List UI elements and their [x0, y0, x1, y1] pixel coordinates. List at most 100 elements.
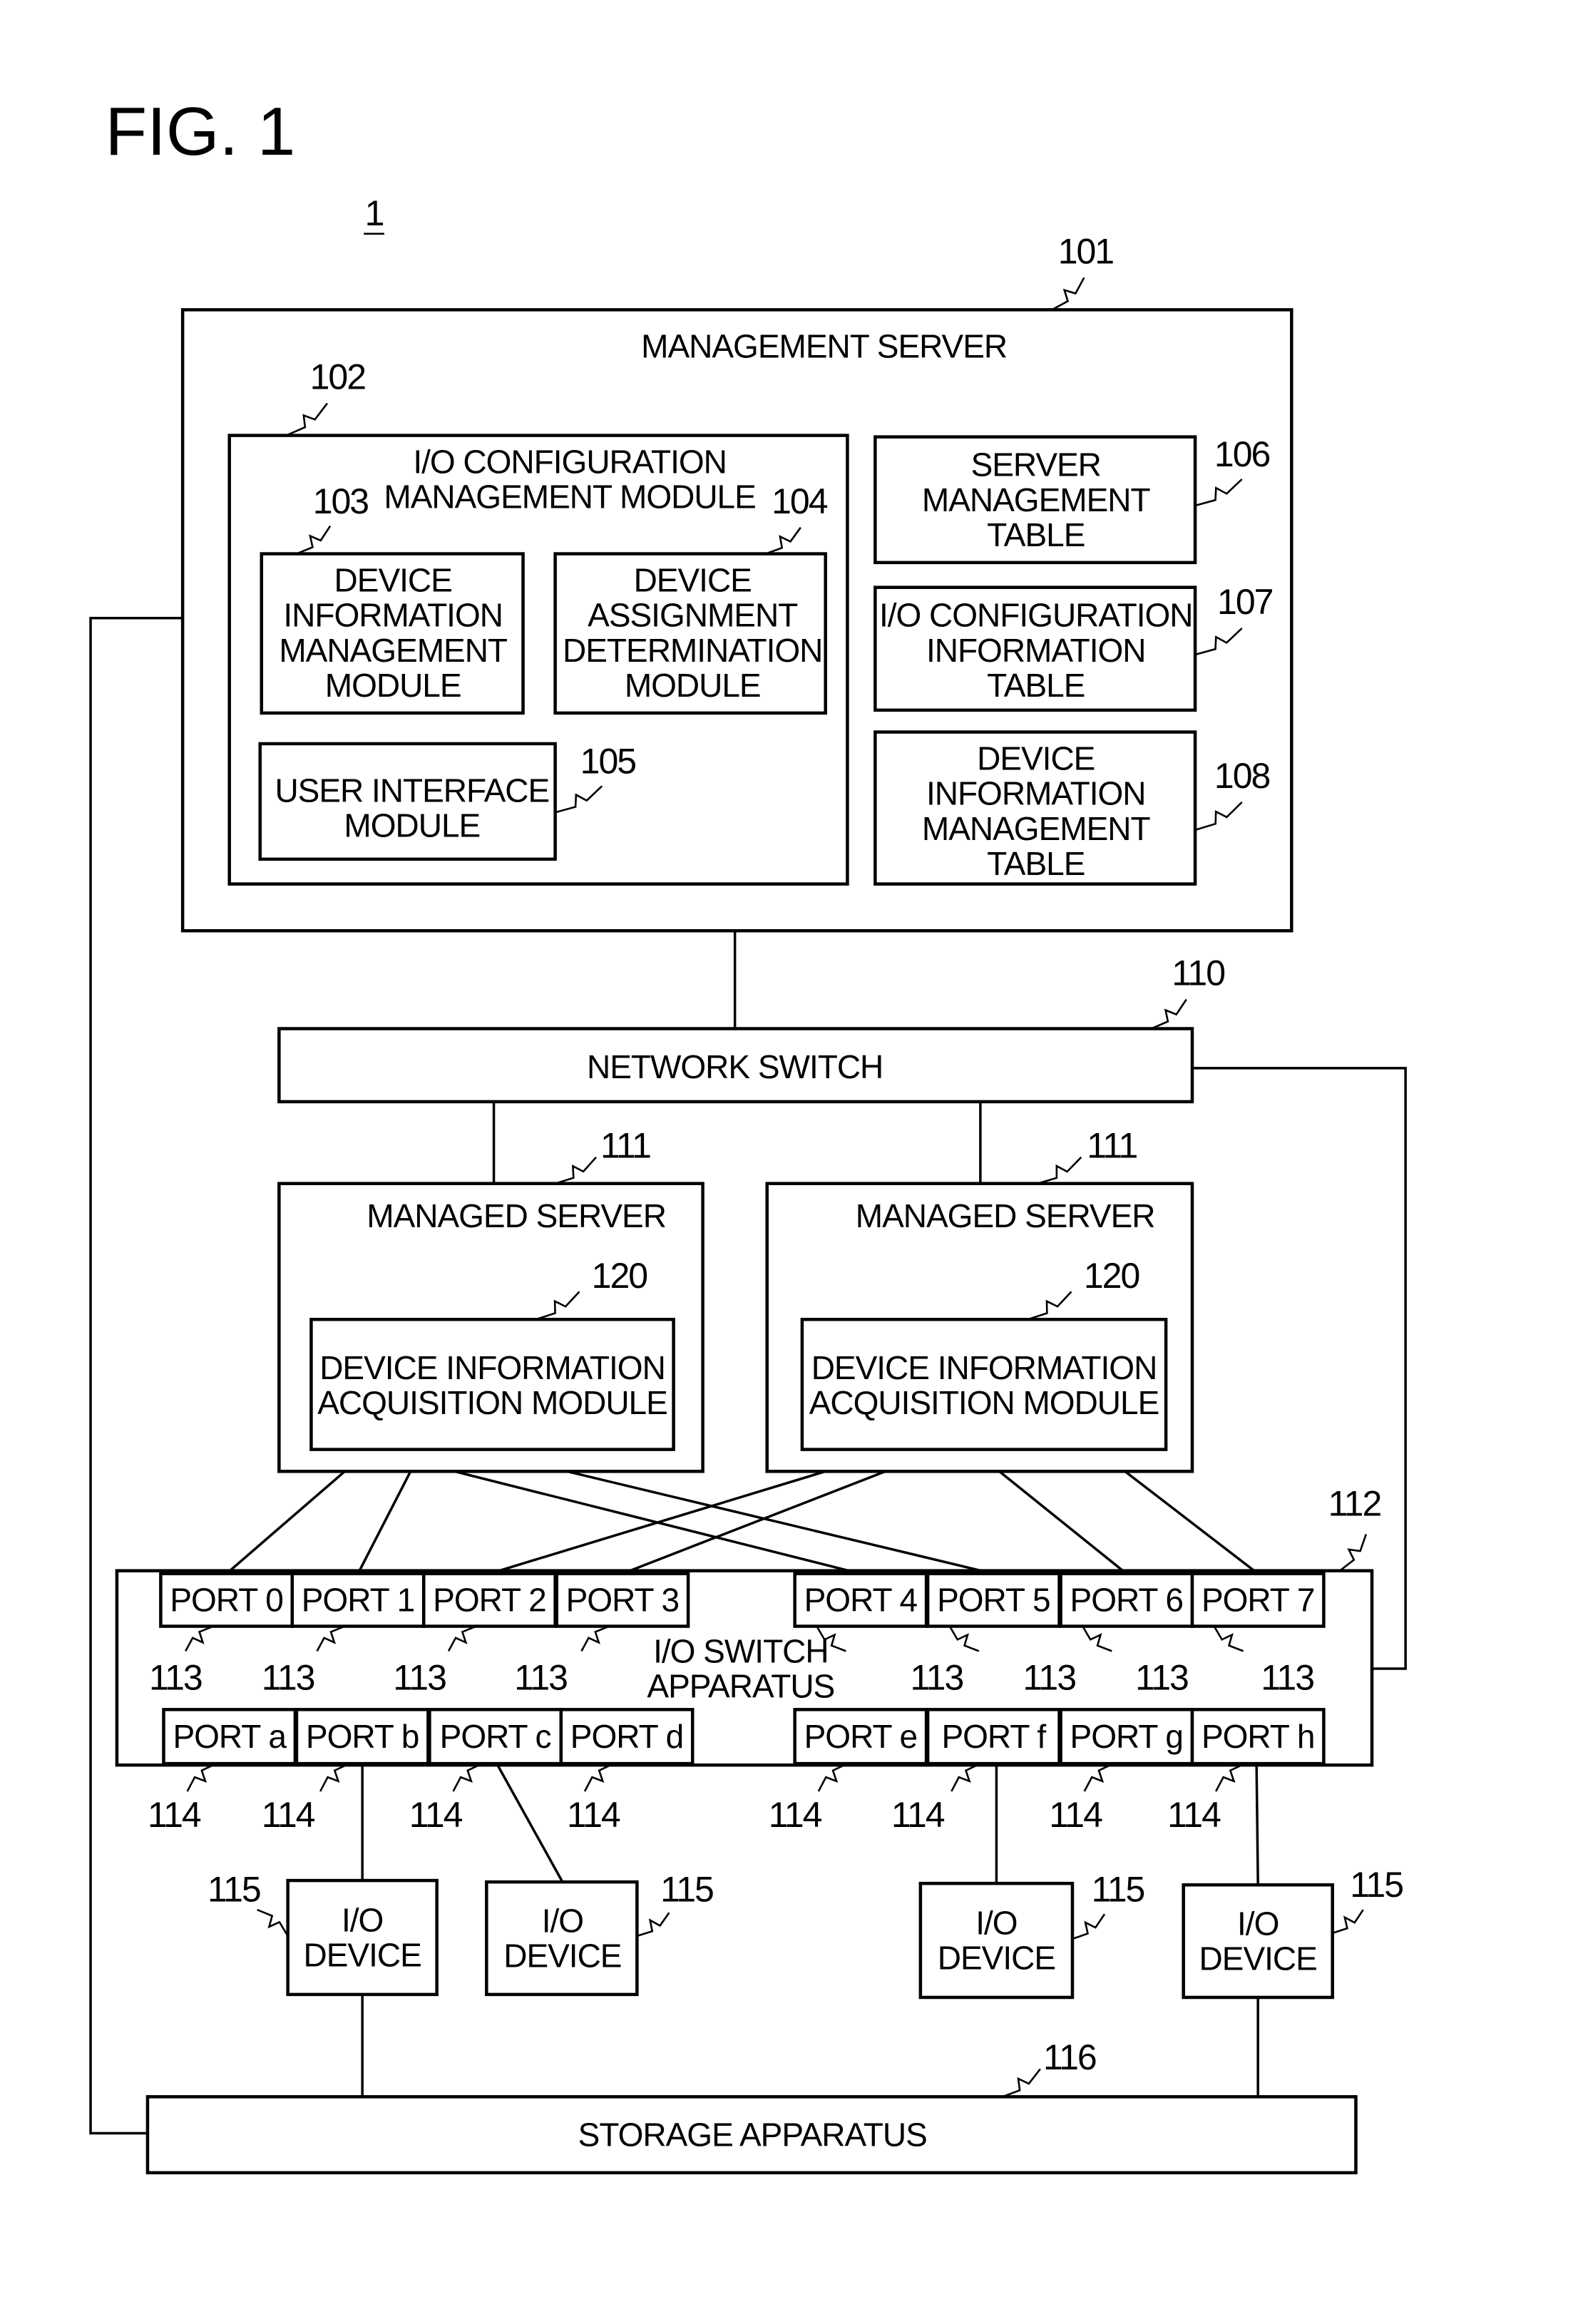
user-interface-module-label-line-2: MODULE	[344, 807, 480, 844]
port-f-ref: 114	[891, 1795, 945, 1835]
io-device-1-label-line-1: I/O	[342, 1901, 383, 1938]
port-c-leader	[452, 1762, 483, 1792]
port-0-ref: 113	[149, 1657, 202, 1697]
port-h-leader	[1215, 1762, 1246, 1792]
port-2-ref: 113	[393, 1657, 446, 1697]
port-f-leader	[951, 1762, 981, 1792]
io-configuration-management-module-label-line-2: MANAGEMENT MODULE	[384, 478, 755, 516]
system-block-diagram: FIG. 1 1 MANAGEMENT SERVER 101 I/O CONFIGURA…	[89, 93, 1407, 2175]
system-reference-number: 1	[365, 193, 384, 233]
network-switch-ref: 110	[1172, 953, 1224, 993]
port-f-label: PORT f	[941, 1718, 1046, 1755]
storage-apparatus-leader	[1002, 2068, 1041, 2098]
port-d-leader	[583, 1762, 615, 1792]
port-b-leader	[319, 1762, 350, 1792]
port-d-label: PORT d	[570, 1718, 683, 1755]
storage-apparatus-label: STORAGE APPARATUS	[578, 2116, 927, 2154]
io-configuration-module-ref: 102	[310, 357, 366, 397]
device-information-management-table-ref: 108	[1214, 756, 1270, 796]
device-information-acquisition-module-1-label-line-1: DEVICE INFORMATION	[319, 1349, 665, 1386]
port-0-label: PORT 0	[170, 1582, 282, 1619]
port-4-ref: 113	[911, 1657, 963, 1697]
io-switch-apparatus-ref: 112	[1328, 1483, 1381, 1523]
storage-apparatus-ref: 116	[1043, 2037, 1096, 2077]
io-switch-apparatus-label-line-2: APPARATUS	[647, 1668, 834, 1705]
device-information-management-table-label-line-3: MANAGEMENT	[922, 810, 1151, 847]
device-assignment-determination-module-label-line-1: DEVICE	[634, 561, 752, 598]
io-configuration-information-table-label-line-2: INFORMATION	[926, 632, 1146, 669]
io-device-3-ref: 115	[1092, 1869, 1144, 1909]
io-device-2-label-line-2: DEVICE	[503, 1937, 621, 1975]
port-1-ref: 113	[262, 1657, 314, 1697]
figure-title: FIG. 1	[106, 93, 296, 170]
port-5-ref: 113	[1023, 1657, 1075, 1697]
port-b-ref: 114	[262, 1795, 315, 1835]
server-management-table-label-line-3: TABLE	[987, 516, 1085, 553]
io-device-2-leader	[636, 1912, 670, 1937]
io-device-3-label-line-2: DEVICE	[938, 1940, 1055, 1977]
io-device-1-label-line-2: DEVICE	[304, 1937, 421, 1974]
io-device-2-ref: 115	[660, 1869, 713, 1909]
device-information-management-module-label-line-1: DEVICE	[334, 561, 452, 598]
port-3-ref: 113	[514, 1657, 567, 1697]
port-d-ref: 114	[567, 1795, 620, 1835]
port-6-ref: 113	[1135, 1657, 1188, 1697]
device-information-management-table-label-line-1: DEVICE	[977, 739, 1095, 777]
port-1-label: PORT 1	[302, 1582, 414, 1619]
port-g-leader	[1083, 1762, 1114, 1792]
io-device-1-leader	[257, 1908, 289, 1937]
port-5-label: PORT 5	[937, 1582, 1050, 1619]
port-c-ref: 114	[409, 1795, 463, 1835]
managed-server-2-leader	[1037, 1156, 1082, 1184]
port-7-label: PORT 7	[1202, 1582, 1314, 1619]
managed-server-1-leader	[555, 1156, 597, 1184]
port-e-label: PORT e	[804, 1718, 917, 1755]
port-c-label: PORT c	[440, 1718, 551, 1755]
server-management-table-ref: 106	[1214, 434, 1270, 474]
managed-server-2-label: MANAGED SERVER	[856, 1197, 1155, 1234]
device-information-management-table-label-line-2: INFORMATION	[926, 775, 1146, 812]
device-information-acquisition-module-1-label-line-2: ACQUISITION MODULE	[317, 1384, 667, 1421]
port-g-label: PORT g	[1070, 1718, 1183, 1755]
network-switch-label: NETWORK SWITCH	[587, 1048, 883, 1085]
io-switch-apparatus-label-line-1: I/O SWITCH	[653, 1632, 829, 1669]
port-2-label: PORT 2	[433, 1582, 545, 1619]
port-6-label: PORT 6	[1070, 1582, 1183, 1619]
io-device-4-ref: 115	[1350, 1865, 1403, 1905]
io-device-4-label-line-1: I/O	[1237, 1905, 1279, 1942]
io-device-4-label-line-2: DEVICE	[1199, 1940, 1317, 1977]
port-a-leader	[186, 1762, 217, 1792]
port-e-leader	[817, 1762, 848, 1792]
managed-server-2-to-port-7	[1124, 1470, 1259, 1575]
managed-server-2-to-port-6	[998, 1470, 1127, 1575]
io-device-1-ref: 115	[208, 1869, 260, 1909]
port-a-ref: 114	[148, 1795, 201, 1835]
managed-server-1-to-port-0	[225, 1470, 346, 1575]
port-7-ref: 113	[1261, 1657, 1313, 1697]
io-configuration-information-table-ref: 107	[1217, 582, 1273, 622]
io-configuration-information-table-label-line-1: I/O CONFIGURATION	[879, 597, 1193, 634]
management-server-to-storage	[89, 616, 183, 2135]
device-information-acquisition-module-2-label-line-1: DEVICE INFORMATION	[811, 1349, 1157, 1386]
port-a-label: PORT a	[173, 1718, 287, 1755]
io-device-4-leader	[1332, 1909, 1364, 1935]
managed-server-1-to-port-1	[357, 1470, 412, 1575]
port-h-to-io-device-4	[1255, 1764, 1259, 1885]
port-b-label: PORT b	[306, 1718, 419, 1755]
io-configuration-management-module-label-line-1: I/O CONFIGURATION	[413, 443, 727, 480]
io-device-3-leader	[1072, 1913, 1106, 1940]
managed-server-1-to-port-5	[566, 1470, 994, 1575]
managed-server-2-ref: 111	[1087, 1125, 1137, 1165]
io-configuration-information-table-label-line-3: TABLE	[987, 667, 1085, 704]
device-information-management-module-label-line-4: MODULE	[325, 667, 461, 704]
user-interface-module-ref: 105	[580, 742, 636, 782]
device-assignment-determination-module-label-line-2: ASSIGNMENT	[588, 597, 798, 634]
device-information-acquisition-module-1-ref: 120	[592, 1256, 647, 1296]
io-device-3-label-line-1: I/O	[975, 1904, 1017, 1941]
server-management-table-label-line-2: MANAGEMENT	[922, 481, 1151, 518]
device-information-management-module-label-line-3: MANAGEMENT	[279, 632, 508, 669]
management-server-label: MANAGEMENT SERVER	[641, 328, 1007, 365]
network-switch-leader	[1151, 998, 1187, 1030]
port-h-label: PORT h	[1202, 1718, 1314, 1755]
io-switch-leader	[1339, 1534, 1368, 1572]
